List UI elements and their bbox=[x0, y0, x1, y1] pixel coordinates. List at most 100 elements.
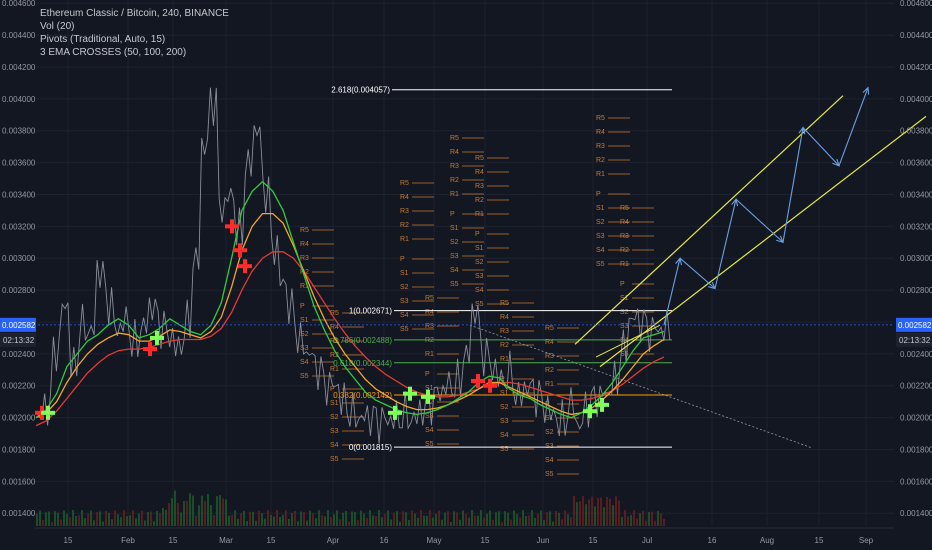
volume-bar bbox=[297, 521, 299, 526]
volume-bar bbox=[402, 511, 404, 526]
y-tick-right: 0.003400 bbox=[900, 190, 932, 199]
volume-bar bbox=[393, 512, 395, 526]
volume-bar bbox=[87, 513, 89, 526]
last-price-text-right: 0.002582 bbox=[898, 321, 932, 330]
volume-bar bbox=[54, 511, 56, 526]
volume-bar bbox=[219, 495, 221, 526]
pivot-label: R2 bbox=[475, 197, 484, 204]
volume-bar bbox=[39, 510, 41, 526]
pivot-label: S1 bbox=[545, 415, 554, 422]
pivot-label: S1 bbox=[475, 245, 484, 252]
volume-bar bbox=[147, 512, 149, 526]
volume-bar bbox=[291, 512, 293, 526]
volume-bar bbox=[207, 493, 209, 526]
pivot-label: S2 bbox=[596, 219, 605, 226]
volume-bar bbox=[198, 505, 200, 526]
volume-bar bbox=[282, 514, 284, 526]
volume-bar bbox=[69, 517, 71, 526]
x-tick-label: 15 bbox=[815, 536, 824, 545]
volume-bar bbox=[552, 521, 554, 526]
cross-marker-h bbox=[238, 264, 252, 269]
volume-bar bbox=[585, 504, 587, 526]
pivot-label: S4 bbox=[500, 432, 509, 439]
volume-bar bbox=[264, 518, 266, 526]
y-tick-left: 0.001600 bbox=[2, 477, 36, 486]
volume-bar bbox=[630, 515, 632, 526]
volume-bar bbox=[570, 517, 572, 526]
volume-bar bbox=[339, 519, 341, 526]
y-tick-right: 0.003800 bbox=[900, 127, 932, 136]
volume-bar bbox=[111, 519, 113, 526]
volume-bar bbox=[519, 517, 521, 526]
volume-bar bbox=[387, 510, 389, 526]
volume-bar bbox=[108, 512, 110, 526]
volume-bar bbox=[537, 513, 539, 526]
volume-bar bbox=[210, 505, 212, 526]
volume-bar bbox=[528, 515, 530, 526]
pivot-label: S3 bbox=[300, 345, 309, 352]
pivot-label: R2 bbox=[400, 222, 409, 229]
volume-bar bbox=[648, 511, 650, 526]
pivot-label: R3 bbox=[400, 208, 409, 215]
volume-bar bbox=[591, 496, 593, 526]
volume-bar bbox=[81, 510, 83, 526]
volume-bar bbox=[195, 515, 197, 526]
volume-bar bbox=[543, 520, 545, 526]
volume-bar bbox=[249, 511, 251, 526]
volume-bar bbox=[246, 520, 248, 526]
volume-bar bbox=[123, 510, 125, 526]
volume-bar bbox=[447, 511, 449, 526]
pivot-label: S5 bbox=[545, 471, 554, 478]
volume-bar bbox=[462, 510, 464, 526]
pivot-label: S4 bbox=[475, 287, 484, 294]
volume-bar bbox=[381, 517, 383, 526]
volume-bar bbox=[318, 510, 320, 526]
x-tick-label: 15 bbox=[267, 536, 276, 545]
pivot-label: S4 bbox=[300, 359, 309, 366]
fib-label: 2.618(0.004057) bbox=[331, 86, 390, 95]
volume-bar bbox=[102, 521, 104, 526]
pivot-label: S1 bbox=[400, 270, 409, 277]
pivot-label: R1 bbox=[425, 351, 434, 358]
volume-bar bbox=[498, 511, 500, 526]
pivot-label: S1 bbox=[330, 400, 339, 407]
pivot-label: S2 bbox=[545, 429, 554, 436]
volume-bar bbox=[45, 512, 47, 526]
volume-bar bbox=[171, 498, 173, 526]
y-tick-right: 0.004000 bbox=[900, 95, 932, 104]
volume-bar bbox=[42, 519, 44, 526]
volume-bar bbox=[126, 516, 128, 526]
volume-bar bbox=[99, 511, 101, 526]
volume-bar bbox=[651, 511, 653, 526]
volume-bar bbox=[522, 510, 524, 526]
pivot-label: P bbox=[475, 231, 480, 238]
pivot-label: R4 bbox=[300, 241, 309, 248]
cross-marker-h bbox=[595, 402, 609, 407]
volume-bar bbox=[309, 510, 311, 526]
y-tick-left: 0.003600 bbox=[2, 159, 36, 168]
pivot-label: S3 bbox=[475, 273, 484, 280]
volume-bar bbox=[540, 510, 542, 526]
volume-bar bbox=[624, 510, 626, 526]
volume-bar bbox=[609, 498, 611, 526]
volume-bar bbox=[336, 510, 338, 526]
price-chart[interactable]: R5 R4 R3 R2 R1 P S1 S2 S3 S4 S5 R5 R4 R3 R2 R1 P S1 S2 S3 S4… bbox=[0, 0, 932, 550]
volume-bar bbox=[135, 518, 137, 526]
x-tick-label: Sep bbox=[859, 536, 874, 545]
chart-title: Ethereum Classic / Bitcoin, 240, BINANCE bbox=[40, 8, 229, 19]
volume-bar bbox=[444, 512, 446, 526]
volume-bar bbox=[321, 515, 323, 526]
fib-label: 0.786(0.002488) bbox=[333, 336, 392, 345]
indicator-ema-crosses: 3 EMA CROSSES (50, 100, 200) bbox=[40, 47, 187, 58]
volume-bar bbox=[480, 510, 482, 526]
volume-bar bbox=[117, 514, 119, 526]
volume-bar bbox=[459, 519, 461, 526]
volume-bar bbox=[57, 512, 59, 526]
volume-bar bbox=[177, 503, 179, 526]
pivot-label: S2 bbox=[620, 309, 629, 316]
volume-bar bbox=[201, 495, 203, 526]
volume-bar bbox=[186, 500, 188, 526]
pivot-label: S3 bbox=[596, 233, 605, 240]
volume-bar bbox=[372, 515, 374, 526]
volume-bar bbox=[534, 517, 536, 526]
